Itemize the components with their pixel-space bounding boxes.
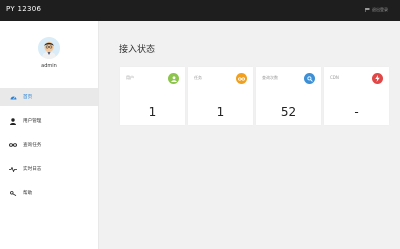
- sidebar-item-label: 用户管理: [23, 119, 42, 124]
- sidebar-item-label: 查询任务: [23, 143, 42, 148]
- key-icon: [9, 189, 17, 197]
- flag-icon: [365, 8, 370, 12]
- stat-card-cdn: CDN -: [324, 67, 389, 125]
- stat-card-tasks: 任务 1: [188, 67, 253, 125]
- sidebar-item-help[interactable]: 帮助: [0, 184, 98, 202]
- sidebar-item-dashboard[interactable]: 首页: [0, 88, 98, 106]
- card-value: 1: [216, 105, 225, 119]
- sidebar-item-tasks[interactable]: 查询任务: [0, 136, 98, 154]
- card-label: 查询次数: [262, 75, 278, 80]
- infinity-icon: [236, 73, 247, 84]
- card-value: -: [354, 105, 359, 119]
- stat-card-queries: 查询次数 52: [256, 67, 321, 125]
- logout-label: 退出登录: [372, 7, 388, 12]
- card-value: 1: [148, 105, 157, 119]
- infinity-icon: [9, 141, 17, 149]
- activity-icon: [9, 165, 17, 173]
- sidebar: admin 首页 用户管理 查询任务 实时日志 帮助: [0, 21, 99, 249]
- avatar: [38, 37, 60, 59]
- dashboard-icon: [9, 93, 17, 101]
- card-label: 任务: [194, 75, 202, 80]
- logout-link[interactable]: 退出登录: [365, 7, 388, 13]
- search-icon: [304, 73, 315, 84]
- sidebar-item-users[interactable]: 用户管理: [0, 112, 98, 130]
- bolt-icon: [372, 73, 383, 84]
- main-content: 接入状态 用户 1 任务 1 查询次数 52 CDN -: [99, 21, 400, 249]
- page-title: 接入状态: [119, 45, 156, 55]
- user-icon: [9, 117, 17, 125]
- app-title: PY 12306: [6, 5, 42, 13]
- card-value: 52: [280, 105, 297, 119]
- sidebar-item-logs[interactable]: 实时日志: [0, 160, 98, 178]
- card-label: 用户: [126, 75, 134, 80]
- username: admin: [41, 63, 57, 69]
- stat-card-users: 用户 1: [120, 67, 185, 125]
- user-icon: [168, 73, 179, 84]
- top-bar: PY 12306 退出登录: [0, 0, 400, 21]
- sidebar-item-label: 首页: [23, 95, 33, 100]
- sidebar-item-label: 帮助: [23, 191, 33, 196]
- sidebar-item-label: 实时日志: [23, 167, 42, 172]
- card-label: CDN: [330, 75, 339, 80]
